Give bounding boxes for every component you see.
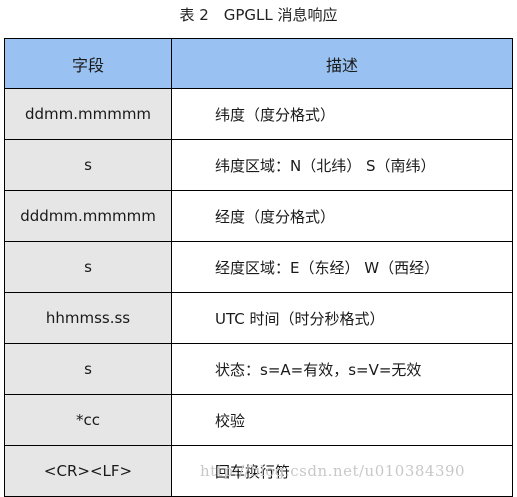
field-cell: ddmm.mmmmm (4, 88, 172, 140)
table-row: s 纬度区域：N（北纬） S（南纬） (4, 139, 513, 191)
description-cell: 经度（度分格式） (171, 190, 513, 242)
table-header-row: 字段 描述 (4, 38, 513, 89)
message-response-table: 字段 描述 ddmm.mmmmm 纬度（度分格式） s 纬度区域：N（北纬） S… (4, 38, 513, 497)
table-caption: 表 2 GPGLL 消息响应 (179, 6, 338, 24)
field-cell: hhmmss.ss (4, 292, 172, 344)
description-cell: UTC 时间（时分秒格式） (171, 292, 513, 344)
table-row: ddmm.mmmmm 纬度（度分格式） (4, 88, 513, 140)
watermark-url: http://blog.csdn.net/u010384390 (200, 462, 466, 480)
description-cell: 纬度区域：N（北纬） S（南纬） (171, 139, 513, 191)
table-row: dddmm.mmmmm 经度（度分格式） (4, 190, 513, 242)
description-cell: 经度区域：E（东经） W（西经） (171, 241, 513, 293)
field-cell: s (4, 241, 172, 293)
field-cell: *cc (4, 394, 172, 446)
field-cell: s (4, 343, 172, 395)
table-row: s 状态：s=A=有效，s=V=无效 (4, 343, 513, 395)
description-cell: 校验 (171, 394, 513, 446)
header-field: 字段 (4, 38, 172, 89)
description-cell: 纬度（度分格式） (171, 88, 513, 140)
table-row: hhmmss.ss UTC 时间（时分秒格式） (4, 292, 513, 344)
description-cell: 状态：s=A=有效，s=V=无效 (171, 343, 513, 395)
table-row: s 经度区域：E（东经） W（西经） (4, 241, 513, 293)
table-row: *cc 校验 (4, 394, 513, 446)
header-description: 描述 (171, 38, 513, 89)
field-cell: <CR><LF> (4, 445, 172, 497)
field-cell: s (4, 139, 172, 191)
field-cell: dddmm.mmmmm (4, 190, 172, 242)
